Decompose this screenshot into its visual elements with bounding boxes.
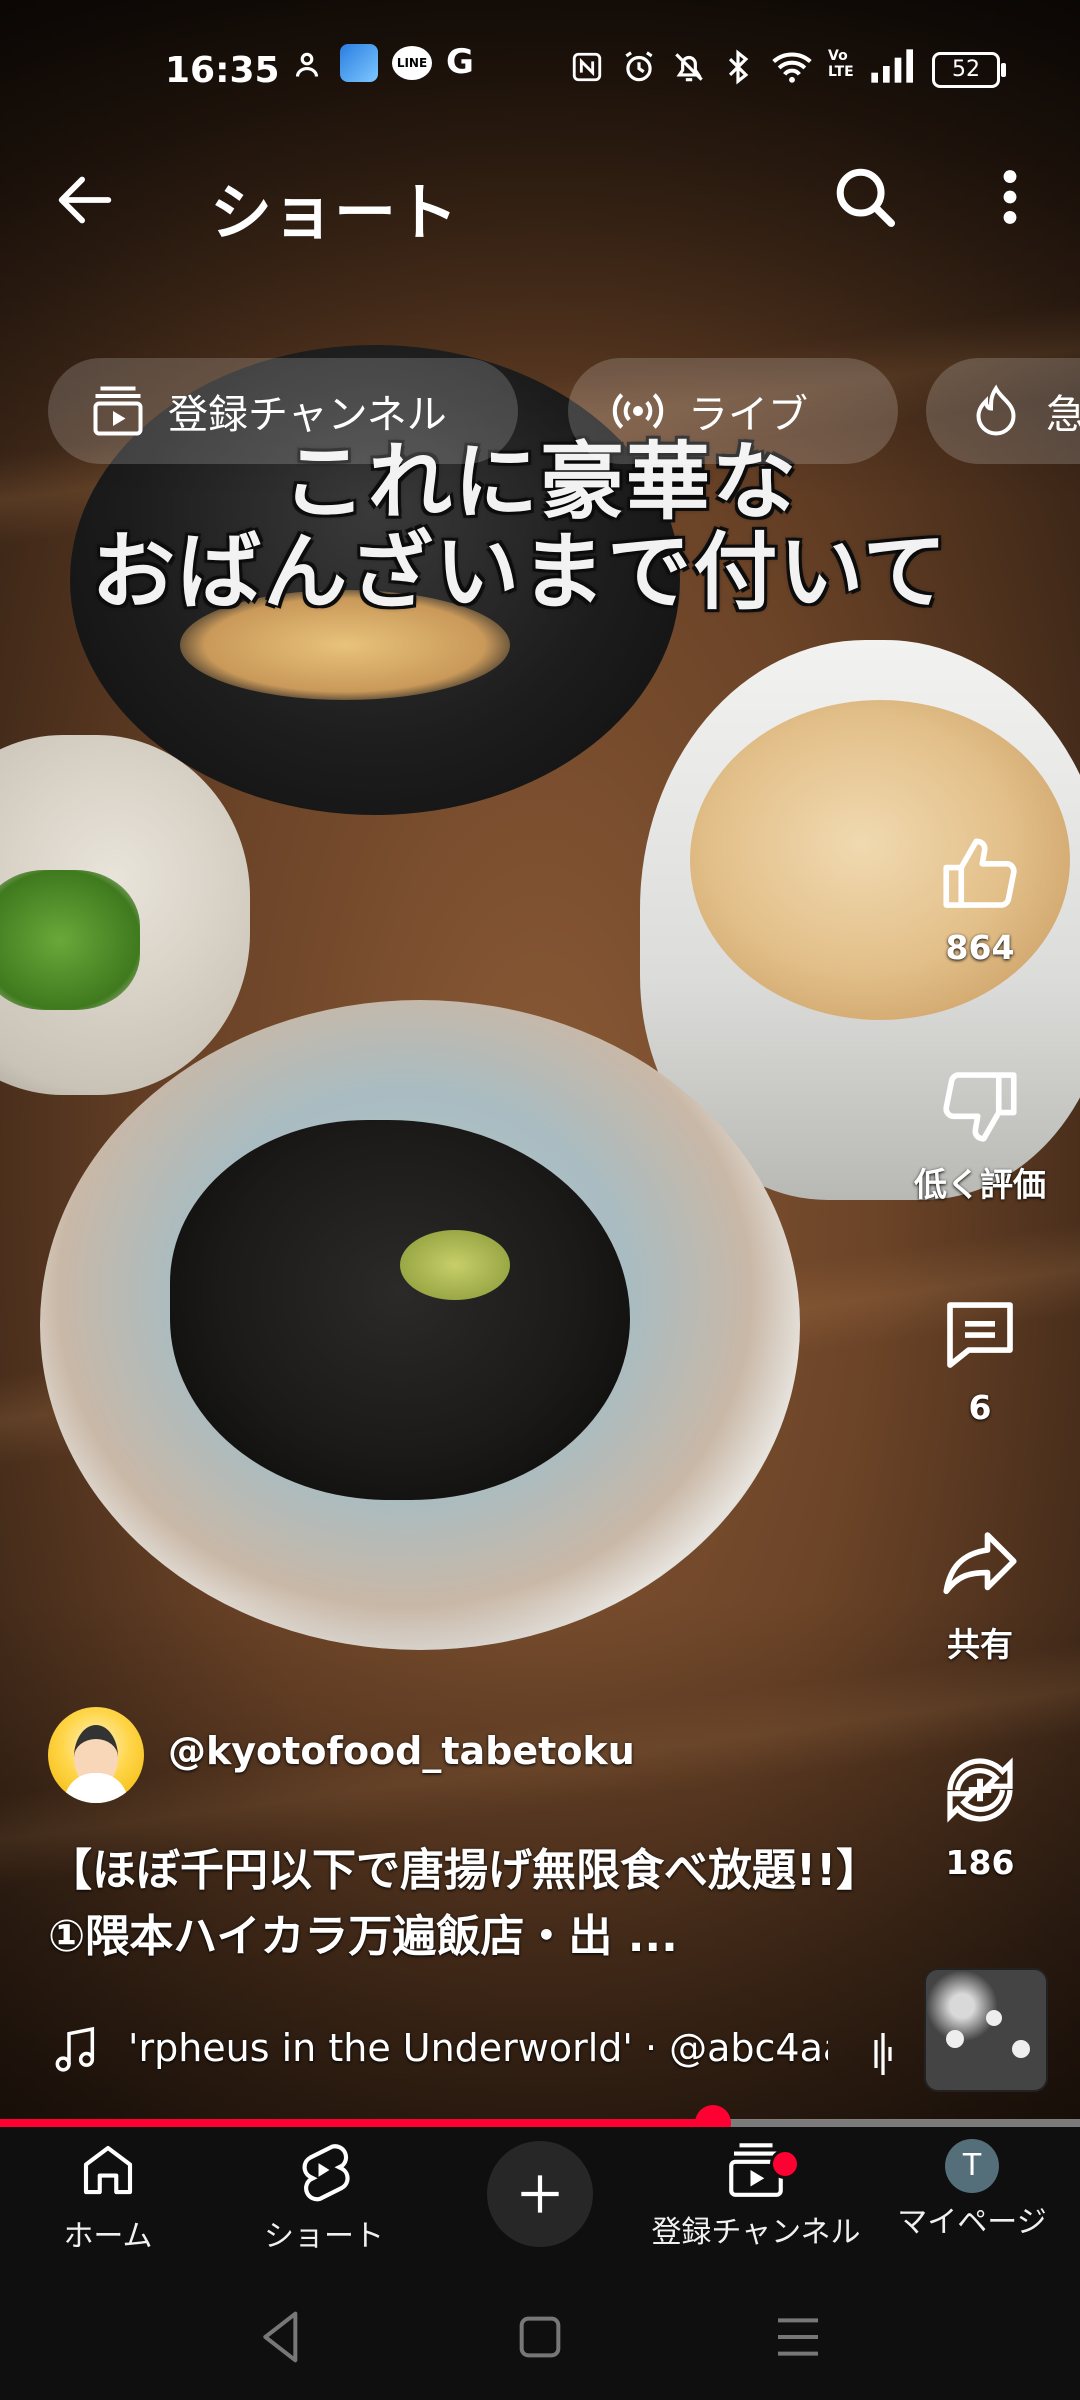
- video-title[interactable]: 【ほぼ千円以下で唐揚げ無限食べ放題!!】①隈本ハイカラ万遍飯店・出 ...: [48, 1838, 868, 1970]
- remix-icon: [947, 1757, 1013, 1823]
- bowl-food: [0, 870, 140, 1010]
- status-time: 16:35: [165, 50, 280, 91]
- thumb-down-icon: [943, 1072, 1017, 1142]
- nav-me[interactable]: T マイページ: [864, 2137, 1080, 2241]
- share-label: 共有: [947, 1625, 1013, 1664]
- like-button[interactable]: 864: [880, 830, 1080, 967]
- system-home-icon[interactable]: [500, 2297, 580, 2377]
- thumb-detail: [946, 2030, 964, 2048]
- progress-bar[interactable]: [0, 2105, 1080, 2141]
- create-button[interactable]: [487, 2141, 593, 2247]
- back-arrow-icon[interactable]: [50, 165, 120, 235]
- channel-row[interactable]: @kyotofood_tabetoku: [48, 1705, 848, 1805]
- status-bar: 16:35 LINE G Vo LTE 52: [0, 30, 1080, 116]
- nav-home[interactable]: ホーム: [0, 2137, 216, 2255]
- filter-chips: 登録チャンネル ライブ 急上: [48, 358, 1080, 464]
- bottom-navigation: ホーム ショート 登録チャンネル T マイページ: [0, 2127, 1080, 2267]
- share-icon: [943, 1532, 1017, 1595]
- comment-button[interactable]: 6: [880, 1290, 1080, 1427]
- comment-count: 6: [968, 1388, 992, 1427]
- live-icon: [612, 393, 664, 429]
- system-menu-icon[interactable]: [758, 2297, 838, 2377]
- comment-icon: [947, 1302, 1013, 1368]
- nav-shorts[interactable]: ショート: [216, 2137, 432, 2255]
- sb-person-icon: [295, 52, 319, 77]
- dislike-button[interactable]: 低く評価: [880, 1060, 1080, 1206]
- nav-me-label: マイページ: [897, 2205, 1047, 2240]
- avatar-body: [64, 1773, 128, 1803]
- my-avatar: T: [945, 2139, 999, 2193]
- equalizer-icon: [874, 2033, 892, 2075]
- system-back-icon[interactable]: [242, 2297, 322, 2377]
- volte-icon: Vo LTE: [828, 48, 854, 80]
- music-note-icon: [55, 2026, 95, 2072]
- chip-label: 登録チャンネル: [168, 392, 447, 438]
- google-icon: G: [446, 42, 474, 82]
- home-icon: [83, 2145, 133, 2195]
- video-caption-line2: おばんざいまで付いて: [91, 523, 949, 621]
- nav-shorts-label: ショート: [264, 2219, 384, 2254]
- share-button[interactable]: 共有: [880, 1520, 1080, 1666]
- nav-subscriptions[interactable]: 登録チャンネル: [648, 2137, 864, 2251]
- nav-home-label: ホーム: [63, 2219, 153, 2254]
- music-title: 'rpheus in the Underworld' · @abc4aab: [128, 2026, 828, 2070]
- search-icon[interactable]: [830, 162, 900, 232]
- subscriptions-icon: [93, 386, 143, 436]
- system-nav-bar: [0, 2267, 1080, 2400]
- shorts-icon: [302, 2144, 350, 2202]
- signal-icon: [871, 49, 913, 83]
- nav-subscriptions-label: 登録チャンネル: [651, 2215, 861, 2250]
- app-icon: [340, 44, 378, 82]
- progress-fill: [0, 2119, 713, 2127]
- chip-trending[interactable]: 急上: [926, 358, 1080, 464]
- remix-count: 186: [945, 1843, 1015, 1882]
- thumb-up-icon: [943, 838, 1017, 908]
- chip-live[interactable]: ライブ: [568, 358, 898, 464]
- dislike-label: 低く評価: [914, 1165, 1046, 1204]
- chip-subscriptions[interactable]: 登録チャンネル: [48, 358, 518, 464]
- bluetooth-icon: [728, 49, 749, 85]
- like-count: 864: [945, 928, 1015, 967]
- music-row[interactable]: 'rpheus in the Underworld' · @abc4aab: [48, 2018, 892, 2088]
- nfc-icon: [572, 52, 602, 82]
- mute-icon: [675, 53, 703, 82]
- trending-icon: [976, 384, 1016, 436]
- top-app-bar: ショート: [0, 140, 1080, 260]
- remix-button[interactable]: 186: [880, 1745, 1080, 1882]
- avatar[interactable]: [48, 1707, 144, 1803]
- line-icon: LINE: [392, 46, 432, 80]
- battery-indicator: 52: [932, 52, 1006, 88]
- bowl-food: [400, 1230, 510, 1300]
- channel-handle[interactable]: @kyotofood_tabetoku: [168, 1729, 635, 1773]
- plus-icon: [521, 2175, 559, 2213]
- music-thumbnail[interactable]: [924, 1968, 1048, 2092]
- alarm-icon: [625, 51, 653, 82]
- chip-label: ライブ: [688, 392, 808, 438]
- wifi-icon: [772, 52, 812, 83]
- more-vert-icon[interactable]: [975, 162, 1045, 232]
- thumb-detail: [1012, 2040, 1030, 2058]
- thumb-detail: [986, 2010, 1002, 2026]
- notification-dot: [770, 2149, 800, 2179]
- nav-create[interactable]: [432, 2137, 648, 2247]
- page-title: ショート: [210, 176, 459, 249]
- chip-label: 急上: [1046, 392, 1080, 438]
